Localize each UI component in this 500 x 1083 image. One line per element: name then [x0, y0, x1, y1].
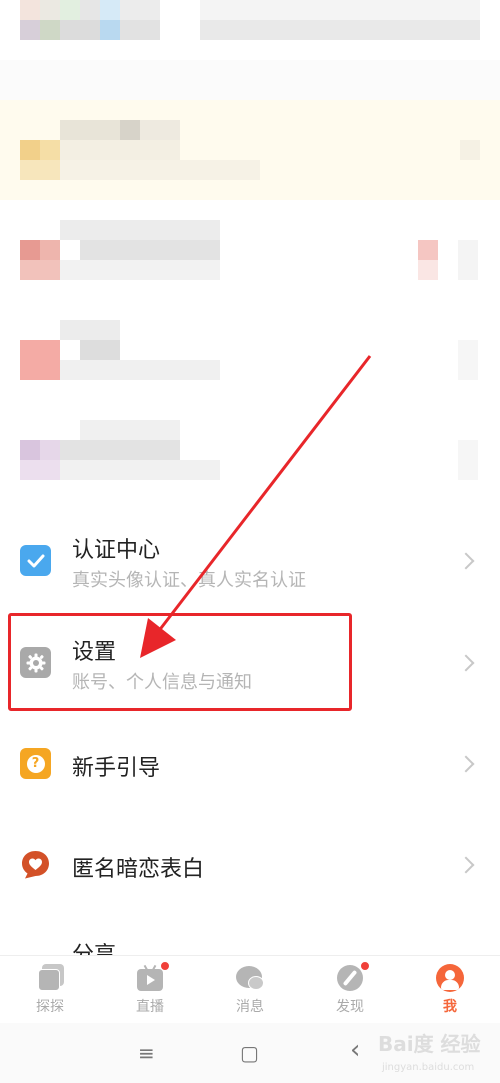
- menu-subtitle: 真实头像认证、真人实名认证: [72, 570, 306, 591]
- gear-icon: [20, 647, 51, 678]
- tab-label: 发现: [336, 999, 364, 1015]
- menu-subtitle: 账号、个人信息与通知: [72, 672, 252, 693]
- blurred-menu-row-2[interactable]: [0, 300, 500, 400]
- question-icon: ?: [20, 748, 51, 779]
- bottom-tab-bar: 探探 直播 消息 发现 我: [0, 955, 500, 1023]
- menu-item-share[interactable]: 分享: [0, 913, 500, 955]
- menu-item-anonymous-confession[interactable]: 匿名暗恋表白: [0, 813, 500, 913]
- notification-dot: [160, 961, 170, 971]
- tab-messages[interactable]: 消息: [220, 964, 280, 1020]
- vip-banner-blurred[interactable]: [0, 100, 500, 200]
- blurred-menu-row-3[interactable]: [0, 400, 500, 500]
- chevron-right-icon: [457, 856, 475, 874]
- menu-icon[interactable]: ≡: [138, 1041, 155, 1065]
- cards-icon: [36, 964, 64, 992]
- chevron-right-icon: [457, 755, 475, 773]
- menu-item-verification[interactable]: 认证中心 真实头像认证、真人实名认证: [0, 510, 500, 610]
- tab-me[interactable]: 我: [420, 964, 480, 1020]
- tab-label: 直播: [136, 999, 164, 1015]
- tab-discover[interactable]: 发现: [320, 961, 380, 1020]
- home-icon[interactable]: ▢: [240, 1041, 259, 1065]
- compass-icon: [336, 961, 370, 992]
- check-icon: [20, 545, 51, 576]
- menu-title: 匿名暗恋表白: [72, 857, 205, 882]
- menu-item-guide[interactable]: ? 新手引导: [0, 712, 500, 812]
- chat-icon: [236, 964, 264, 992]
- menu-title: 认证中心: [72, 538, 161, 563]
- profile-header-blurred: [0, 0, 500, 100]
- heart-bubble-icon: [20, 849, 51, 880]
- watermark-url: jingyan.baidu.com: [382, 1062, 475, 1073]
- menu-title: 分享: [72, 937, 116, 955]
- tab-label: 消息: [236, 999, 264, 1015]
- tab-label: 探探: [36, 999, 64, 1015]
- chevron-right-icon: [457, 654, 475, 672]
- blurred-menu-row-1[interactable]: [0, 200, 500, 300]
- tab-label: 我: [443, 999, 457, 1015]
- menu-title: 新手引导: [72, 756, 161, 781]
- tab-live[interactable]: 直播: [120, 961, 180, 1020]
- menu-title: 设置: [72, 640, 117, 665]
- profile-icon: [436, 964, 464, 992]
- back-icon[interactable]: ‹: [350, 1035, 360, 1065]
- tv-icon: [136, 961, 170, 992]
- notification-dot: [360, 961, 370, 971]
- watermark: Bai度 经验: [378, 1032, 481, 1056]
- menu-item-settings[interactable]: 设置 账号、个人信息与通知: [0, 612, 500, 712]
- chevron-right-icon: [457, 552, 475, 570]
- tab-tantan[interactable]: 探探: [20, 964, 80, 1020]
